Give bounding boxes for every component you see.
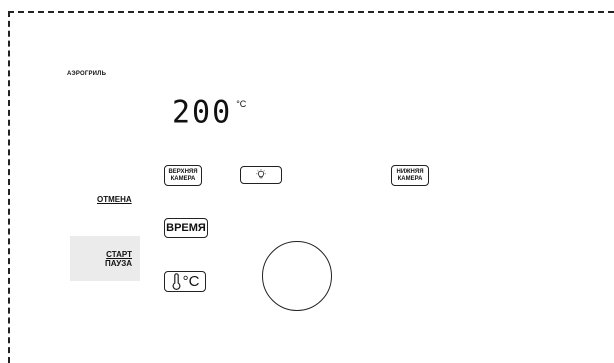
time-button[interactable]: ВРЕМЯ <box>164 218 208 238</box>
panel-border-left <box>8 11 10 363</box>
temperature-display: 200 °C <box>172 94 247 131</box>
upper-chamber-line1: ВЕРХНЯЯ <box>168 169 198 175</box>
panel-border-top <box>8 11 614 13</box>
time-label: ВРЕМЯ <box>166 222 206 234</box>
lower-chamber-button[interactable]: НИЖНЯЯ КАМЕРА <box>391 165 429 186</box>
start-label: СТАРТ <box>106 249 132 259</box>
upper-chamber-button[interactable]: ВЕРХНЯЯ КАМЕРА <box>164 165 202 186</box>
mode-label: АЭРОГРИЛЬ <box>67 71 107 77</box>
temperature-value: 200 <box>172 94 233 131</box>
lower-chamber-line2: КАМЕРА <box>397 175 423 182</box>
start-pause-button[interactable]: СТАРТ ПАУЗА <box>70 236 140 281</box>
rotary-knob[interactable] <box>262 241 332 311</box>
temperature-button-unit: °C <box>182 273 200 290</box>
light-bulb-icon <box>255 169 267 181</box>
pause-label: ПАУЗА <box>105 258 132 268</box>
light-button[interactable] <box>240 166 282 184</box>
temperature-button[interactable]: °C <box>164 271 206 292</box>
upper-chamber-line2: КАМЕРА <box>170 175 196 182</box>
cancel-button[interactable]: ОТМЕНА <box>97 195 132 204</box>
lower-chamber-line1: НИЖНЯЯ <box>396 169 424 175</box>
thermometer-icon <box>171 273 182 290</box>
temperature-unit: °C <box>236 99 247 109</box>
